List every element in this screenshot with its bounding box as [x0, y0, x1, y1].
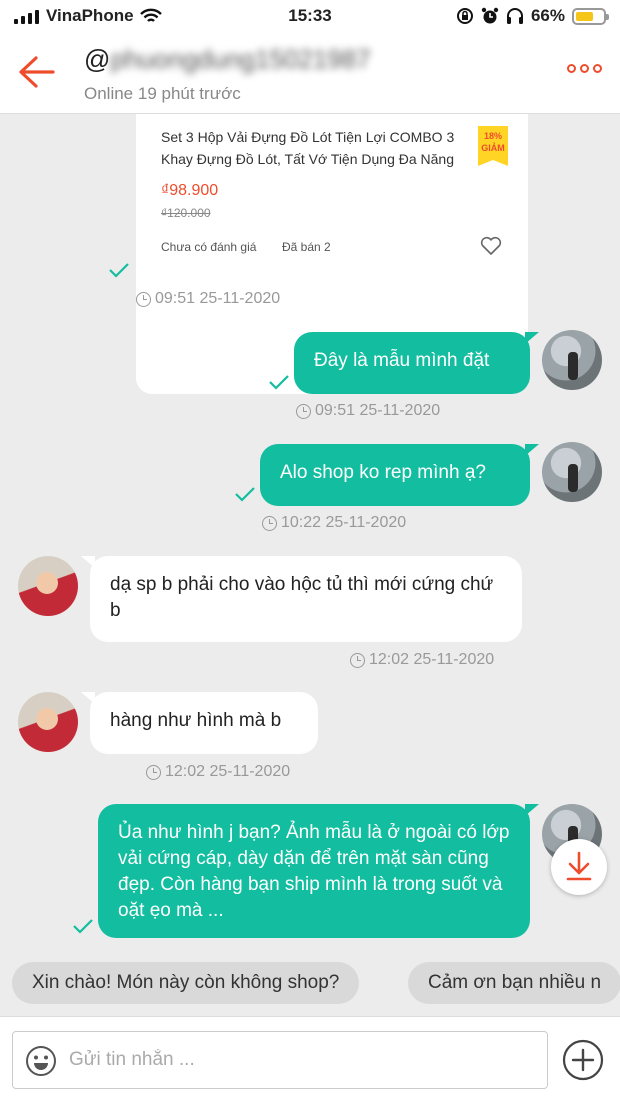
- timestamp-text: 12:02 25-11-2020: [369, 651, 495, 668]
- product-rating: Chưa có đánh giá: [161, 240, 257, 254]
- scroll-to-bottom-button[interactable]: [551, 839, 607, 895]
- message-text: Đây là mẫu mình đặt: [314, 350, 490, 371]
- carrier-name: VinaPhone: [46, 6, 134, 25]
- clock-icon: [296, 403, 311, 419]
- message-bubble-received[interactable]: dạ sp b phải cho vào hộc tủ thì mới cứng…: [81, 556, 522, 642]
- signal-icon: [14, 8, 39, 24]
- timestamp-text: 09:51 25-11-2020: [155, 290, 281, 307]
- headphones-icon: [506, 8, 523, 24]
- rotation-lock-icon: [456, 8, 473, 24]
- timestamp-text: 10:22 25-11-2020: [281, 514, 407, 531]
- shop-avatar[interactable]: [18, 556, 78, 616]
- username-blurred: phuongdung15021987: [110, 44, 371, 74]
- shop-avatar[interactable]: [18, 692, 78, 752]
- message-text: dạ sp b phải cho vào hộc tủ thì mới cứng…: [110, 574, 494, 621]
- heart-icon[interactable]: [480, 236, 502, 256]
- message-bubble-sent[interactable]: Ủa như hình j bạn? Ảnh mẫu là ở ngoài có…: [98, 804, 539, 938]
- message-text: Ủa như hình j bạn? Ảnh mẫu là ở ngoài có…: [118, 822, 510, 921]
- sent-check-icon: [73, 919, 93, 934]
- message-timestamp: 12:02 25-11-2020: [146, 763, 290, 781]
- quick-reply-chip[interactable]: Cảm ơn bạn nhiều n: [408, 962, 620, 1004]
- quick-replies: Xin chào! Món này còn không shop? Cảm ơn…: [0, 962, 620, 1008]
- message-bubble-sent[interactable]: Alo shop ko rep mình ạ?: [260, 444, 539, 506]
- chat-header: @phuongdung15021987 Online 19 phút trước: [0, 32, 620, 114]
- message-timestamp: 12:02 25-11-2020: [350, 651, 494, 669]
- sent-check-icon: [109, 263, 129, 278]
- more-options-icon[interactable]: [567, 64, 602, 73]
- product-timestamp: 09:51 25-11-2020: [136, 290, 280, 308]
- discount-percent: 18%: [483, 131, 502, 141]
- clock-icon: [136, 291, 151, 307]
- quick-reply-chip[interactable]: Xin chào! Món này còn không shop?: [12, 962, 360, 1004]
- timestamp-text: 09:51 25-11-2020: [315, 402, 441, 419]
- product-sold: Đã bán 2: [282, 240, 331, 254]
- username-prefix: @: [84, 44, 111, 74]
- clock-icon: [262, 515, 277, 531]
- message-text: Alo shop ko rep mình ạ?: [280, 462, 486, 483]
- back-arrow-icon[interactable]: [16, 54, 56, 90]
- clock-icon: [146, 764, 161, 780]
- product-price: ₫98.900: [161, 182, 219, 199]
- chat-messages: Set 3 Hộp Vải Đựng Đồ Lót Tiện Lợi COMBO…: [0, 114, 620, 1004]
- product-old-price: ₫120.000: [161, 206, 211, 220]
- online-status: Online 19 phút trước: [84, 84, 241, 103]
- add-attachment-icon[interactable]: [562, 1039, 604, 1081]
- sent-check-icon: [269, 375, 289, 390]
- wifi-icon: [139, 8, 162, 22]
- emoji-icon[interactable]: [25, 1045, 57, 1077]
- message-timestamp: 09:51 25-11-2020: [296, 402, 440, 420]
- user-avatar[interactable]: [542, 330, 602, 390]
- status-bar: VinaPhone 15:33 66%: [0, 0, 620, 32]
- battery-icon: [572, 7, 609, 25]
- alarm-icon: [481, 7, 499, 24]
- sent-check-icon: [235, 487, 255, 502]
- message-input-container: [12, 1031, 548, 1089]
- battery-fill: [576, 11, 594, 21]
- contact-username[interactable]: @phuongdung15021987: [84, 44, 371, 75]
- user-avatar[interactable]: [542, 442, 602, 502]
- clock-icon: [350, 652, 365, 668]
- message-bubble-received[interactable]: hàng như hình mà b: [81, 692, 318, 754]
- message-input[interactable]: [69, 1040, 529, 1080]
- download-arrow-icon: [566, 851, 592, 881]
- discount-badge: 18% GIẢM: [478, 126, 508, 166]
- battery-percent: 66%: [530, 6, 565, 25]
- timestamp-text: 12:02 25-11-2020: [165, 763, 291, 780]
- message-bubble-sent[interactable]: Đây là mẫu mình đặt: [294, 332, 539, 394]
- message-input-bar: [0, 1016, 620, 1102]
- message-timestamp: 10:22 25-11-2020: [262, 514, 406, 532]
- discount-label: GIẢM: [481, 143, 505, 153]
- message-text: hàng như hình mà b: [110, 710, 282, 731]
- product-name: Set 3 Hộp Vải Đựng Đồ Lót Tiện Lợi COMBO…: [161, 129, 455, 167]
